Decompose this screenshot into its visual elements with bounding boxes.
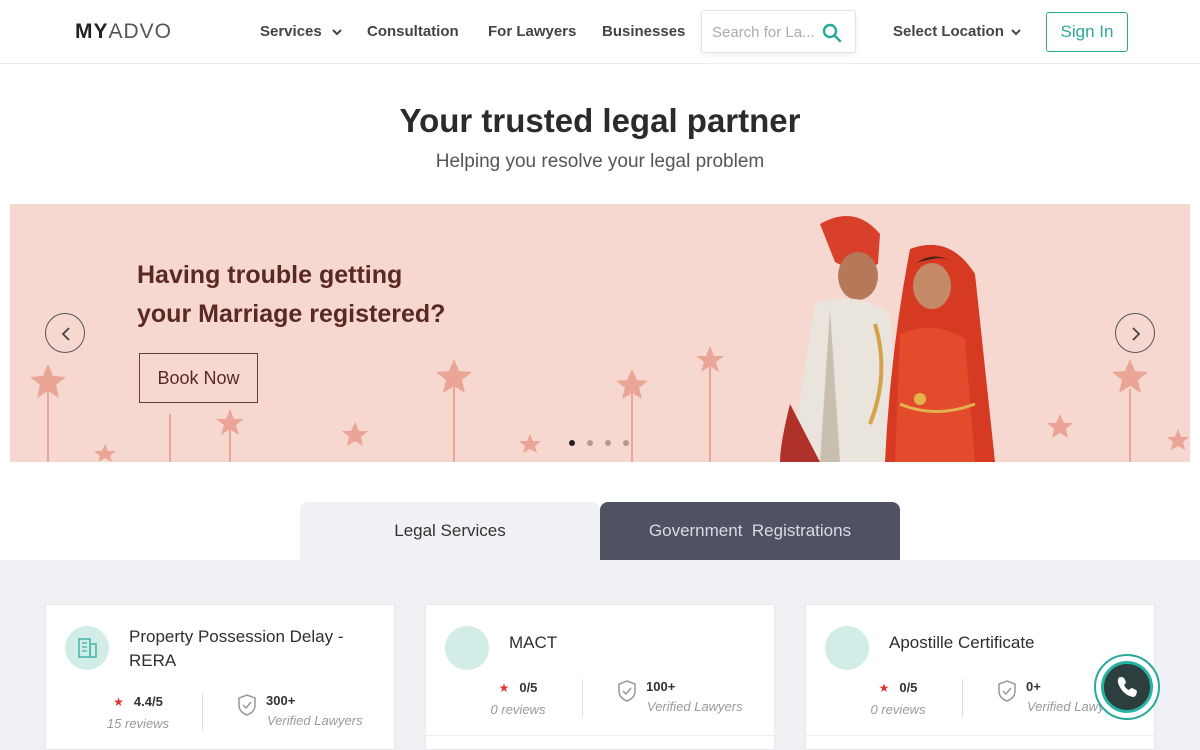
building-icon [65,626,109,670]
banner-line-1: Having trouble getting [137,261,403,289]
carousel-next-button[interactable] [1115,313,1155,353]
lawyers-count: 100+ [646,679,676,694]
rating-stat: ★ 0/5 0 reviews [473,679,563,717]
chevron-left-icon [61,327,70,341]
reviews-count: 0 reviews [870,702,926,717]
call-button[interactable] [1094,654,1160,720]
shield-check-icon [618,680,636,702]
service-title: MACT [509,633,558,652]
tab-legal-services[interactable]: Legal Services [300,502,600,560]
search-icon[interactable] [822,23,842,43]
carousel-dot-3[interactable] [605,440,611,446]
carousel-dot-1[interactable] [569,440,575,446]
rating-value: 0/5 [899,680,918,695]
chevron-down-icon [1011,28,1021,35]
service-title: Apostille Certificate [889,633,1035,652]
lawyers-label: Verified Lawyers [647,699,743,714]
service-icon [825,626,869,670]
phone-icon [1117,677,1137,697]
location-select[interactable]: Select Location [893,23,1021,40]
promo-banner-carousel[interactable]: Having trouble getting your Marriage reg… [10,204,1190,462]
page-subtitle: Helping you resolve your legal problem [435,151,765,172]
service-card-mact[interactable]: MACT ★ 0/5 0 reviews 100+ Verified Lawyer… [425,604,775,750]
star-icon: ★ [498,681,510,695]
nav-services[interactable]: Services [260,23,342,40]
couple-photo-illustration [780,216,995,462]
carousel-prev-button[interactable] [45,313,85,353]
nav-for-lawyers-label: For Lawyers [488,23,577,40]
reviews-count: 0 reviews [490,702,546,717]
lawyers-count: 300+ [266,693,296,708]
rating-stat: ★ 4.4/5 15 reviews [93,693,183,731]
banner-line-2: your Marriage registered? [137,300,446,328]
nav-for-lawyers[interactable]: For Lawyers [488,23,576,40]
lawyers-label: Verified Lawyers [267,713,363,728]
call-button-inner [1101,661,1153,713]
shield-check-icon [998,680,1016,702]
nav-businesses-label: Businesses [602,23,686,40]
banner-headline: Having trouble getting your Marriage reg… [137,256,445,334]
tab-government-registrations[interactable]: Government Registrations [600,502,900,560]
star-icon: ★ [878,681,890,695]
service-icon [445,626,489,670]
sign-in-button[interactable]: Sign In [1046,12,1128,52]
rating-value: 4.4/5 [133,694,163,709]
book-now-button[interactable]: Book Now [139,353,258,403]
reviews-count: 15 reviews [106,716,170,731]
stat-divider [202,693,203,731]
carousel-dots [569,440,629,446]
stat-divider [582,679,583,717]
chevron-right-icon [1132,327,1141,341]
shield-check-icon [238,694,256,716]
search-box [701,10,856,53]
rating-stat: ★ 0/5 0 reviews [853,679,943,717]
carousel-dot-4[interactable] [623,440,629,446]
lawyers-stat: 100+ Verified Lawyers [616,679,743,714]
page-title: Your trusted legal partner [399,102,801,139]
logo-main-text: MY [75,20,109,43]
site-header: MYADVO Services Consultation For Lawyers… [0,0,1200,64]
service-card-property-possession[interactable]: Property Possession Delay - RERA ★ 4.4/5 … [45,604,395,750]
rating-value: 0/5 [519,680,538,695]
card-divider [426,735,774,749]
search-input[interactable] [712,21,818,43]
nav-services-label: Services [260,23,322,40]
stat-divider [962,679,963,717]
carousel-dot-2[interactable] [587,440,593,446]
chevron-down-icon [332,28,342,35]
logo-light-text: ADVO [108,20,173,43]
nav-businesses[interactable]: Businesses [602,23,685,40]
site-logo[interactable]: MYADVO [75,20,172,44]
lawyers-stat: 300+ Verified Lawyers [236,693,363,728]
star-icon: ★ [113,695,124,709]
nav-consultation-label: Consultation [367,23,459,40]
nav-consultation[interactable]: Consultation [367,23,459,40]
location-label: Select Location [893,23,1004,40]
service-title: Property Possession Delay - RERA [129,627,344,670]
card-divider [806,735,1154,749]
